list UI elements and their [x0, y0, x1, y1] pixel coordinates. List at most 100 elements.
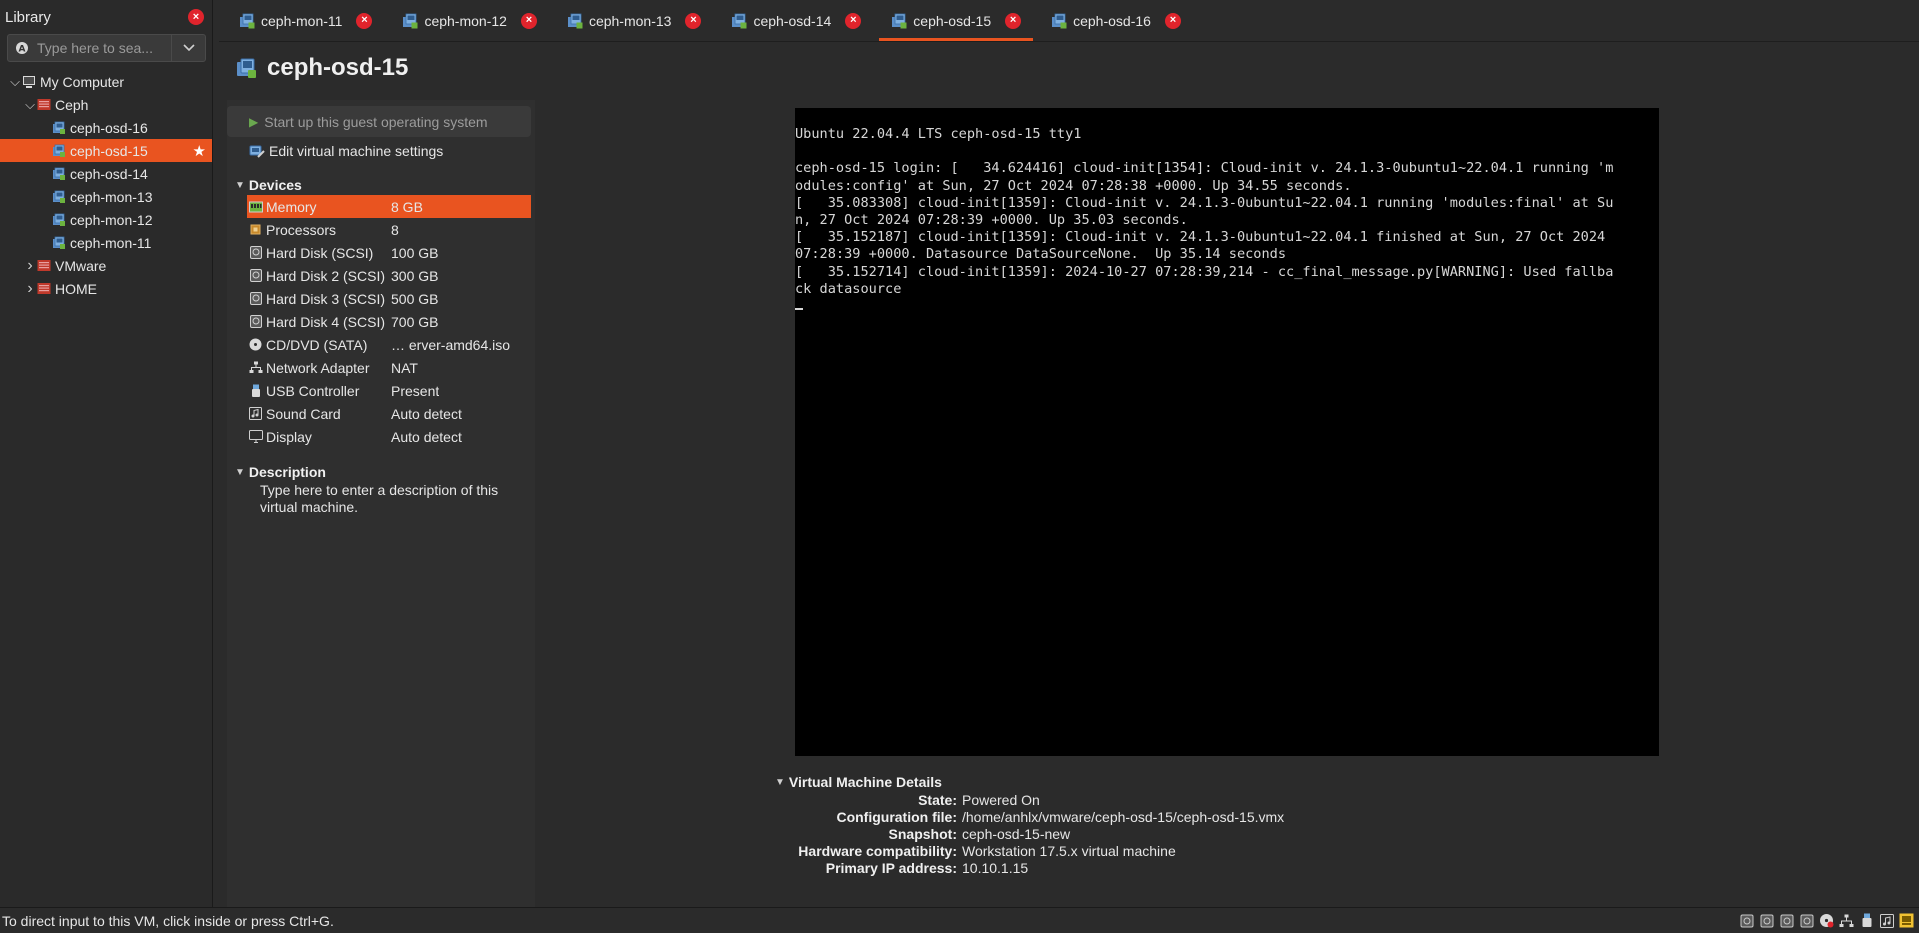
favorite-star-icon[interactable]: ★: [193, 142, 206, 160]
close-library-icon[interactable]: ×: [188, 9, 204, 25]
close-tab-icon[interactable]: ×: [520, 12, 537, 29]
chevron-down-icon[interactable]: ⌵: [23, 97, 37, 113]
device-row[interactable]: CD/DVD (SATA) … erver-amd64.iso: [247, 333, 531, 356]
device-value: NAT: [391, 359, 418, 376]
vm-icon: [567, 13, 583, 29]
console-line: [ 35.152187] cloud-init[1359]: Cloud-ini…: [795, 229, 1606, 246]
vm-detail-key: State:: [918, 792, 957, 808]
close-tab-icon[interactable]: ×: [356, 12, 373, 29]
close-tab-icon[interactable]: ×: [845, 12, 862, 29]
folder-icon: [37, 98, 51, 111]
devices-heading: Devices: [248, 177, 302, 193]
harddisk-status-icon[interactable]: [1738, 912, 1755, 929]
device-name: Hard Disk 4 (SCSI): [266, 313, 386, 330]
tab-ceph-mon-13[interactable]: ceph-mon-13 ×: [555, 0, 714, 41]
harddisk-icon: [247, 246, 264, 259]
chevron-right-icon[interactable]: ›: [23, 280, 37, 298]
device-row[interactable]: Display Auto detect: [247, 425, 531, 448]
vm-detail-value: Powered On: [962, 792, 1040, 808]
library-tree-item[interactable]: › HOME: [0, 277, 212, 300]
tab-ceph-osd-14[interactable]: ceph-osd-14 ×: [719, 0, 873, 41]
tab-ceph-osd-16[interactable]: ceph-osd-16 ×: [1039, 0, 1193, 41]
vm-icon: [239, 13, 255, 29]
chevron-down-icon: ▼: [235, 179, 245, 191]
library-tree-item[interactable]: ceph-osd-14: [0, 162, 212, 185]
computer-icon: [22, 75, 36, 89]
console-line: ceph-osd-15 login: [ 34.624416] cloud-in…: [795, 160, 1614, 177]
device-row[interactable]: Network Adapter NAT: [247, 356, 531, 379]
sound-status-icon[interactable]: [1878, 912, 1895, 929]
vm-detail-value: /home/anhlx/vmware/ceph-osd-15/ceph-osd-…: [962, 809, 1285, 825]
search-input[interactable]: [29, 40, 171, 56]
device-value: 700 GB: [391, 313, 439, 330]
tab-ceph-mon-11[interactable]: ceph-mon-11 ×: [227, 0, 384, 41]
vm-detail-row: State: Powered On: [769, 792, 1669, 809]
vm-summary-panel: ▶ Start up this guest operating system E…: [227, 100, 535, 907]
device-row[interactable]: USB Controller Present: [247, 379, 531, 402]
status-text: To direct input to this VM, click inside…: [2, 912, 334, 929]
tree-item-label: ceph-mon-12: [70, 211, 153, 228]
tab-ceph-mon-12[interactable]: ceph-mon-12 ×: [390, 0, 549, 41]
close-tab-icon[interactable]: ×: [1005, 12, 1022, 29]
library-header: Library ×: [0, 0, 212, 34]
device-value: 8: [391, 221, 399, 238]
library-tree-item[interactable]: ceph-osd-16: [0, 116, 212, 139]
usb-status-icon[interactable]: [1858, 912, 1875, 929]
console-line: odules:config' at Sun, 27 Oct 2024 07:28…: [795, 177, 1352, 194]
harddisk-status-icon[interactable]: [1758, 912, 1775, 929]
device-row[interactable]: Processors 8: [247, 218, 531, 241]
harddisk-status-icon[interactable]: [1798, 912, 1815, 929]
chevron-down-icon[interactable]: ⌵: [8, 74, 22, 90]
console-line: [ 35.083308] cloud-init[1359]: Cloud-ini…: [795, 194, 1614, 211]
device-row[interactable]: Hard Disk 2 (SCSI) 300 GB: [247, 264, 531, 287]
device-row[interactable]: Hard Disk (SCSI) 100 GB: [247, 241, 531, 264]
device-row[interactable]: Memory 8 GB: [247, 195, 531, 218]
start-vm-button[interactable]: ▶ Start up this guest operating system: [227, 106, 531, 137]
status-bar: To direct input to this VM, click inside…: [0, 907, 1919, 933]
tree-item-label: ceph-mon-13: [70, 188, 153, 205]
library-tree-item[interactable]: ceph-mon-13: [0, 185, 212, 208]
display-status-icon[interactable]: [1898, 912, 1915, 929]
vm-detail-row: Snapshot: ceph-osd-15-new: [769, 826, 1669, 843]
harddisk-status-icon[interactable]: [1778, 912, 1795, 929]
tab-label: ceph-mon-13: [588, 12, 672, 29]
devices-section-header[interactable]: ▼ Devices: [227, 175, 535, 195]
device-row[interactable]: Hard Disk 3 (SCSI) 500 GB: [247, 287, 531, 310]
device-name: Sound Card: [266, 405, 341, 422]
library-tree-item[interactable]: › VMware: [0, 254, 212, 277]
vm-detail-row: Configuration file: /home/anhlx/vmware/ce…: [769, 809, 1669, 826]
close-tab-icon[interactable]: ×: [1164, 12, 1181, 29]
library-tree-item[interactable]: ⌵ Ceph: [0, 93, 212, 116]
cdrom-icon: [247, 338, 264, 351]
vm-detail-value: ceph-osd-15-new: [962, 826, 1071, 842]
device-row[interactable]: Hard Disk 4 (SCSI) 700 GB: [247, 310, 531, 333]
edit-vm-settings-link[interactable]: Edit virtual machine settings: [227, 137, 535, 165]
vm-details-panel: ▼ Virtual Machine Details State: Powered …: [769, 772, 1669, 877]
tab-label: ceph-mon-11: [261, 12, 343, 29]
search-dropdown-button[interactable]: [171, 35, 205, 61]
vm-console[interactable]: Ubuntu 22.04.4 LTS ceph-osd-15 tty1 ceph…: [795, 108, 1659, 756]
chevron-right-icon[interactable]: ›: [23, 257, 37, 275]
library-tree-item[interactable]: ⌵ My Computer: [0, 70, 212, 93]
tab-ceph-osd-15[interactable]: ceph-osd-15 ×: [879, 0, 1033, 41]
description-text[interactable]: Type here to enter a description of this…: [227, 482, 535, 516]
device-row[interactable]: Sound Card Auto detect: [247, 402, 531, 425]
description-section-header[interactable]: ▼ Description: [227, 462, 535, 482]
close-tab-icon[interactable]: ×: [685, 12, 702, 29]
console-line: n, 27 Oct 2024 07:28:39 +0000. Up 35.03 …: [795, 212, 1188, 229]
library-tree-item[interactable]: ceph-osd-15 ★: [0, 139, 212, 162]
cdrom-status-icon[interactable]: [1818, 912, 1835, 929]
vm-icon: [52, 144, 66, 158]
device-name: Display: [266, 428, 312, 445]
network-status-icon[interactable]: [1838, 912, 1855, 929]
vm-icon: [402, 13, 418, 29]
vm-details-rows: State: Powered On Configuration file: /home…: [769, 792, 1669, 877]
library-tree-item[interactable]: ceph-mon-12: [0, 208, 212, 231]
play-icon: ▶: [249, 114, 259, 129]
tab-bar: ceph-mon-11 × ceph-mon-12 × ceph-mon-13 × ceph…: [219, 0, 1919, 42]
vm-details-section-header[interactable]: ▼ Virtual Machine Details: [769, 772, 1669, 792]
main-pane: ceph-mon-11 × ceph-mon-12 × ceph-mon-13 × ceph…: [219, 0, 1919, 907]
library-tree-item[interactable]: ceph-mon-11: [0, 231, 212, 254]
vm-icon: [52, 213, 66, 227]
console-cursor: [795, 308, 803, 311]
